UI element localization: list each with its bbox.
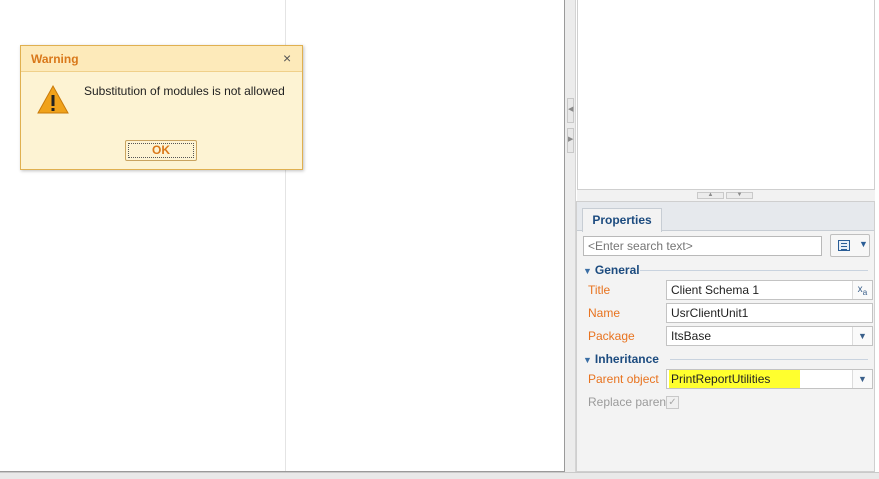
horizontal-splitter[interactable]: ▲ ▼ bbox=[577, 190, 875, 201]
collapse-left-grip[interactable]: ◀ bbox=[567, 98, 574, 123]
title-value: Client Schema 1 bbox=[671, 283, 760, 297]
collapse-triangle-icon: ▼ bbox=[583, 266, 592, 276]
localize-icon[interactable]: xa bbox=[852, 281, 872, 299]
collapse-up-grip[interactable]: ▲ bbox=[697, 192, 724, 199]
view-mode-button[interactable]: ▼ bbox=[830, 234, 870, 257]
parent-object-value: PrintReportUtilities bbox=[669, 370, 801, 388]
ok-button[interactable]: OK bbox=[125, 140, 197, 161]
collapse-triangle-icon: ▼ bbox=[583, 355, 592, 365]
close-icon[interactable]: × bbox=[283, 50, 291, 66]
section-general[interactable]: ▼ General bbox=[583, 263, 868, 277]
name-value: UsrClientUnit1 bbox=[671, 306, 749, 320]
dialog-message: Substitution of modules is not allowed bbox=[84, 84, 285, 98]
package-select[interactable]: ItsBase ▼ bbox=[666, 326, 873, 346]
designer-window: ◀ ▶ ▲ ▼ Properties ▼ ▼General Title Clie… bbox=[0, 0, 879, 479]
structure-pane bbox=[577, 0, 875, 190]
parent-object-label: Parent object bbox=[588, 372, 659, 386]
chevron-down-icon: ▼ bbox=[859, 239, 868, 249]
section-divider bbox=[670, 359, 868, 360]
name-label: Name bbox=[588, 306, 621, 320]
properties-tabbar: Properties bbox=[577, 202, 874, 232]
focus-ring bbox=[128, 143, 194, 158]
dialog-title: Warning bbox=[31, 52, 79, 66]
tab-properties[interactable]: Properties bbox=[582, 208, 662, 232]
properties-panel: Properties ▼ ▼General Title Client Schem… bbox=[576, 201, 875, 472]
title-label: Title bbox=[588, 283, 611, 297]
chevron-down-icon[interactable]: ▼ bbox=[852, 370, 872, 388]
collapse-down-grip[interactable]: ▼ bbox=[726, 192, 753, 199]
section-general-label: General bbox=[594, 263, 640, 277]
section-divider bbox=[640, 270, 868, 271]
title-field[interactable]: Client Schema 1 xa bbox=[666, 280, 873, 300]
package-label: Package bbox=[588, 329, 635, 343]
property-search-input[interactable] bbox=[583, 236, 822, 256]
warning-triangle-icon bbox=[37, 84, 69, 114]
section-inheritance[interactable]: ▼ Inheritance bbox=[583, 352, 868, 366]
replace-parent-checkbox[interactable]: ✓ bbox=[666, 396, 679, 409]
collapse-right-grip[interactable]: ▶ bbox=[567, 128, 574, 153]
warning-dialog: Warning × Substitution of modules is not… bbox=[20, 45, 303, 170]
package-value: ItsBase bbox=[671, 329, 712, 343]
status-strip bbox=[0, 472, 879, 479]
dialog-header: Warning × bbox=[21, 46, 302, 72]
list-view-icon bbox=[838, 240, 850, 251]
replace-parent-label: Replace parent bbox=[588, 395, 670, 409]
parent-object-select[interactable]: PrintReportUtilities ▼ bbox=[666, 369, 873, 389]
vertical-splitter[interactable]: ◀ ▶ bbox=[565, 0, 576, 472]
name-field[interactable]: UsrClientUnit1 bbox=[666, 303, 873, 323]
section-inheritance-label: Inheritance bbox=[594, 352, 659, 366]
chevron-down-icon[interactable]: ▼ bbox=[852, 327, 872, 345]
